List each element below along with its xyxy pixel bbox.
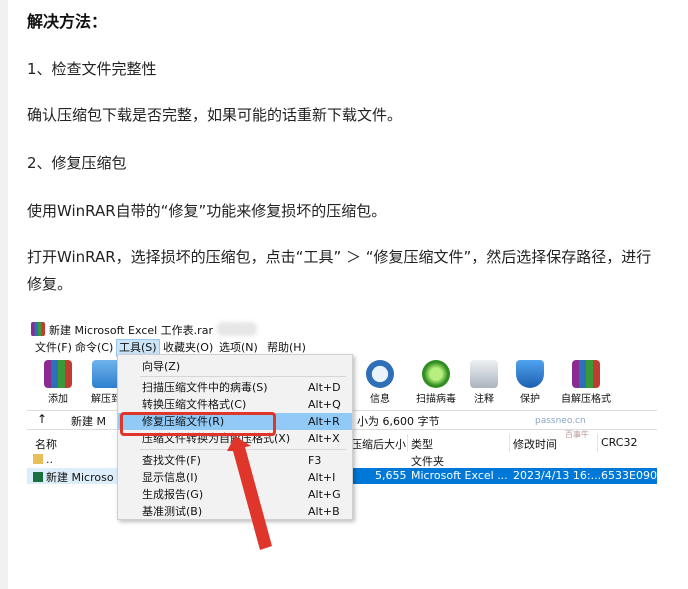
step1-title: 1、检查文件完整性: [27, 60, 157, 78]
step2-text: 使用WinRAR自带的“修复”功能来修复损坏的压缩包。: [27, 202, 387, 220]
winrar-screenshot: 新建 Microsoft Excel 工作表.rar 文件(F) 命令(C) 工…: [27, 318, 657, 589]
page-left-gutter: [0, 0, 8, 589]
step2-detail: 打开WinRAR，选择损坏的压缩包，点击“工具” ＞ “修复压缩文件”，然后选择…: [27, 248, 652, 293]
step2-title: 2、修复压缩包: [27, 154, 127, 172]
red-arrow-icon: [227, 436, 272, 550]
step1-text: 确认压缩包下载是否完整，如果可能的话重新下载文件。: [27, 106, 403, 124]
section-heading: 解决方法：: [27, 12, 108, 31]
annotation-arrow: [227, 436, 272, 550]
